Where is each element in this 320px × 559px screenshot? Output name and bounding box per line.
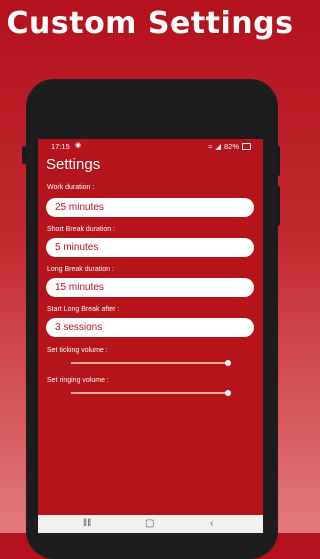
phone-power-button [276,186,280,226]
android-nav-bar: ‖‖ ▢ ‹ [38,515,263,533]
battery-icon [242,143,251,150]
page-title: Settings [46,156,101,173]
ticking-volume-slider[interactable] [71,360,232,366]
battery-text: 82% [223,142,239,151]
ticking-volume-thumb[interactable] [225,360,232,366]
notification-icon: ◉ [75,142,82,149]
work-duration-field[interactable]: 25 minutes [46,198,254,217]
long-break-field[interactable]: 15 minutes [46,278,254,297]
long-break-label: Long Break duration : [47,266,114,273]
promo-title: Custom Settings [6,6,294,41]
signal-icon: ◢ [215,142,221,151]
long-break-after-label: Start Long Break after : [47,306,120,313]
status-bar: 17:15 ◉ ≈ ◢ 82% [38,139,263,153]
status-time: 17:15 [51,142,70,151]
home-icon[interactable]: ▢ [145,518,154,529]
work-duration-label: Work duration : [47,184,95,191]
phone-volume-button [276,146,280,176]
ringing-volume-slider[interactable] [71,390,232,396]
short-break-label: Short Break duration : [47,226,116,233]
app-screen: 17:15 ◉ ≈ ◢ 82% Settings Work duration :… [38,139,263,533]
ringing-volume-thumb[interactable] [225,390,232,396]
short-break-field[interactable]: 5 minutes [46,238,254,257]
long-break-after-field[interactable]: 3 sessions [46,318,254,337]
wifi-icon: ≈ [208,142,213,151]
phone-side-button [22,146,26,164]
recents-icon[interactable]: ‖‖ [83,518,91,529]
ticking-volume-label: Set ticking volume : [47,347,108,354]
status-right: ≈ ◢ 82% [208,142,251,151]
back-icon[interactable]: ‹ [210,518,213,529]
ringing-volume-label: Set ringing volume : [47,377,109,384]
